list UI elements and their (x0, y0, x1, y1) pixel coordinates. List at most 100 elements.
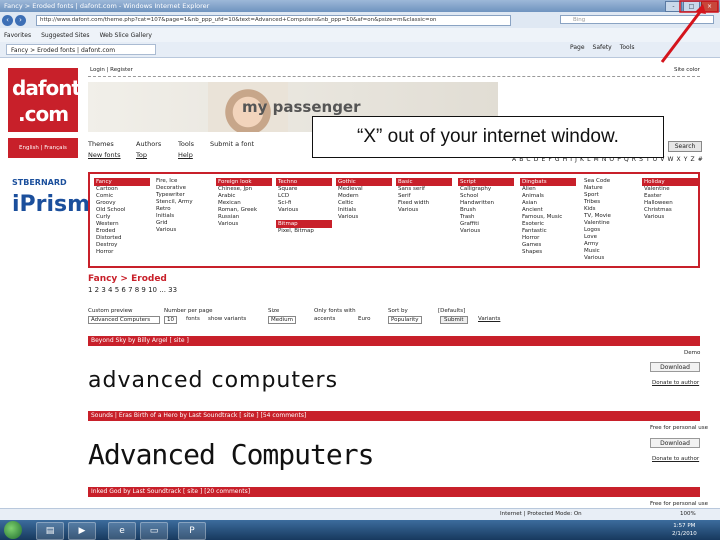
category-item[interactable]: Cartoon (94, 186, 150, 193)
category-item[interactable]: Curly (94, 214, 150, 221)
page-menu[interactable]: Page (570, 44, 585, 51)
category-item[interactable]: Grid (154, 220, 210, 227)
menu-new-fonts[interactable]: New fonts (88, 151, 121, 159)
category-item[interactable]: Various (458, 228, 514, 235)
category-item[interactable]: Medieval (336, 186, 392, 193)
category-item[interactable]: Fantastic (520, 228, 576, 235)
category-item[interactable]: Pixel, Bitmap (276, 228, 332, 235)
category-head[interactable]: Holiday (642, 178, 698, 186)
category-item[interactable]: Eroded (94, 228, 150, 235)
language-switch[interactable]: English | Français (8, 138, 78, 158)
category-item[interactable]: Stencil, Army (154, 199, 210, 206)
category-item[interactable]: Tribes (582, 199, 638, 206)
category-item[interactable]: Christmas (642, 207, 698, 214)
category-item[interactable]: Sport (582, 192, 638, 199)
category-item[interactable]: Valentine (642, 186, 698, 193)
category-item[interactable]: Valentine (582, 220, 638, 227)
category-item[interactable]: Chinese, Jpn (216, 186, 272, 193)
category-item[interactable]: Typewriter (154, 192, 210, 199)
media-player-icon[interactable]: ▶ (68, 522, 96, 540)
submit-button[interactable]: Submit (440, 316, 468, 324)
category-head[interactable]: Dingbats (520, 178, 576, 186)
download-button[interactable]: Download (650, 438, 700, 448)
category-item[interactable]: Arabic (216, 193, 272, 200)
category-item[interactable]: Various (396, 207, 452, 214)
site-color-link[interactable]: Site color (674, 67, 700, 73)
category-item[interactable]: Calligraphy (458, 186, 514, 193)
show-variants-checkbox[interactable]: show variants (208, 316, 246, 322)
breadcrumb[interactable]: Fancy > Eroded (88, 274, 167, 284)
category-item[interactable]: Old School (94, 207, 150, 214)
menu-tools[interactable]: Tools (178, 140, 194, 148)
category-item[interactable]: Shapes (520, 249, 576, 256)
favorites-button[interactable]: Favorites (4, 32, 31, 39)
clock[interactable]: 1:57 PM 2/1/2010 (672, 522, 697, 538)
font-header-bar[interactable]: Sounds | Eras Birth of a Hero by Last So… (88, 411, 700, 421)
category-item[interactable]: Retro (154, 206, 210, 213)
category-item[interactable]: Sans serif (396, 186, 452, 193)
category-item[interactable]: Various (582, 255, 638, 262)
category-item[interactable]: Music (582, 248, 638, 255)
category-item[interactable]: Brush (458, 207, 514, 214)
category-item[interactable]: Western (94, 221, 150, 228)
font-header-bar[interactable]: Inked God by Last Soundtrack [ site ] [2… (88, 487, 700, 497)
category-item[interactable]: Groovy (94, 200, 150, 207)
safety-menu[interactable]: Safety (593, 44, 612, 51)
sort-select[interactable]: Popularity (388, 316, 422, 324)
number-per-page-select[interactable]: 10 (164, 316, 177, 324)
defaults-link[interactable]: [Defaults] (438, 308, 465, 314)
close-button[interactable]: × (701, 1, 718, 12)
category-item[interactable]: Easter (642, 193, 698, 200)
ad-brand[interactable]: STBERNARD (12, 178, 67, 187)
category-item[interactable]: Destroy (94, 242, 150, 249)
category-item[interactable]: Graffiti (458, 221, 514, 228)
category-item[interactable]: Esoteric (520, 221, 576, 228)
menu-themes[interactable]: Themes (88, 140, 114, 148)
category-item[interactable]: Serif (396, 193, 452, 200)
category-head[interactable]: Fancy (94, 178, 150, 186)
category-item[interactable]: Games (520, 242, 576, 249)
forward-icon[interactable]: › (15, 14, 26, 26)
category-item[interactable]: Asian (520, 200, 576, 207)
category-item[interactable]: Handwritten (458, 200, 514, 207)
browser-tab[interactable]: Fancy > Eroded fonts | dafont.com (6, 44, 156, 55)
category-item[interactable]: Various (336, 214, 392, 221)
back-icon[interactable]: ‹ (2, 14, 13, 26)
maximize-button[interactable]: □ (683, 1, 700, 12)
category-item[interactable]: Sci-fi (276, 200, 332, 207)
site-search-button[interactable]: Search (668, 141, 702, 152)
size-select[interactable]: Medium (268, 316, 296, 324)
category-item[interactable]: Ancient (520, 207, 576, 214)
ad-product[interactable]: iPrism (12, 192, 90, 217)
tools-menu[interactable]: Tools (620, 44, 635, 51)
donate-link[interactable]: Donate to author (652, 380, 699, 386)
category-item[interactable]: Initials (154, 213, 210, 220)
category-item[interactable]: Modern (336, 193, 392, 200)
category-head[interactable]: Basic (396, 178, 452, 186)
menu-top[interactable]: Top (136, 151, 147, 159)
category-item[interactable]: Famous, Music (520, 214, 576, 221)
login-links[interactable]: Login | Register (90, 67, 133, 73)
category-item[interactable]: LCD (276, 193, 332, 200)
euro-checkbox[interactable]: Euro (358, 316, 370, 322)
category-item[interactable]: Love (582, 234, 638, 241)
suggested-sites-link[interactable]: Suggested Sites (41, 32, 89, 39)
donate-link[interactable]: Donate to author (652, 456, 699, 462)
category-item[interactable]: Square (276, 186, 332, 193)
font-header-bar[interactable]: Beyond Sky by Billy Argel [ site ] (88, 336, 700, 346)
download-button[interactable]: Download (650, 362, 700, 372)
folder-icon[interactable]: ▭ (140, 522, 168, 540)
category-item[interactable]: Mexican (216, 200, 272, 207)
start-button[interactable] (4, 521, 22, 539)
category-head[interactable]: Bitmap (276, 220, 332, 228)
category-head[interactable]: Gothic (336, 178, 392, 186)
category-head[interactable]: Script (458, 178, 514, 186)
category-item[interactable]: School (458, 193, 514, 200)
variants-link[interactable]: Variants (478, 316, 500, 322)
category-item[interactable]: Trash (458, 214, 514, 221)
category-item[interactable]: Horror (520, 235, 576, 242)
site-logo[interactable]: dafont .com (8, 68, 81, 132)
category-item[interactable]: Comic (94, 193, 150, 200)
search-input[interactable]: Bing (560, 15, 714, 24)
zoom-level[interactable]: 100% (680, 511, 696, 517)
